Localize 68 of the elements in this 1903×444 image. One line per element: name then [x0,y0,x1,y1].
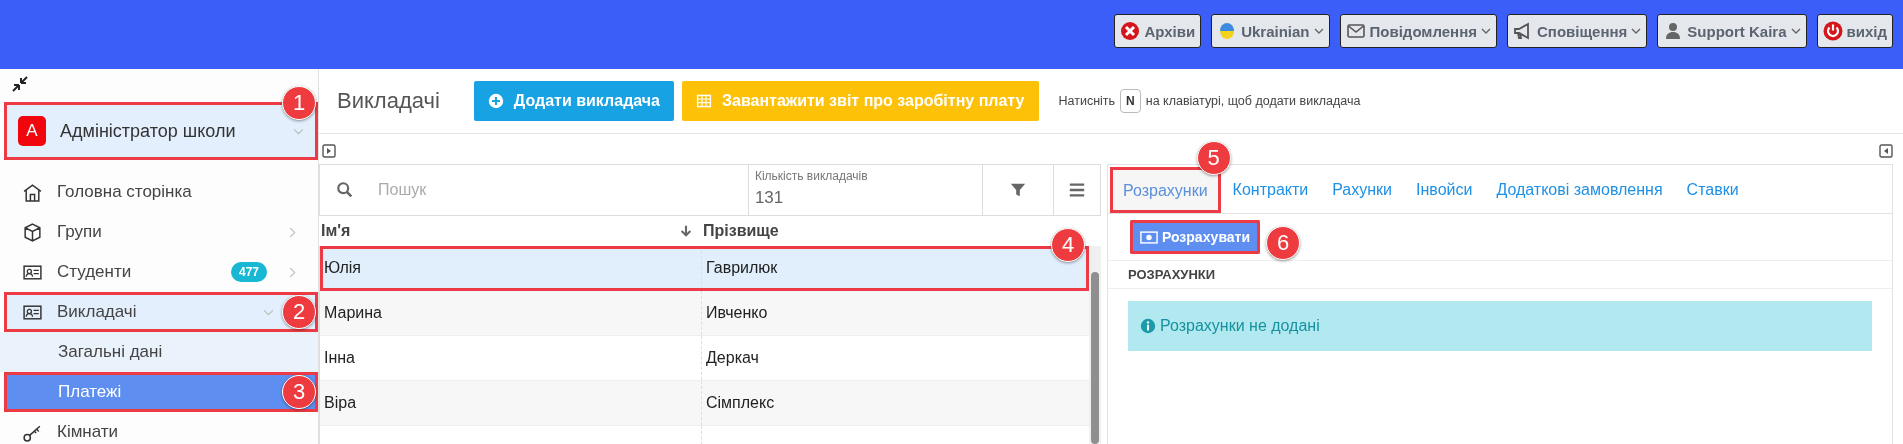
table-cell: Марина [320,291,702,335]
table-cell: Юлія [320,246,702,290]
calculate-button[interactable]: Розрахувати [1130,220,1261,254]
table-cell: Інна [320,336,702,380]
column-header[interactable]: Ім'я [319,222,701,240]
plus-icon [487,93,504,109]
banknote-icon [1140,230,1158,244]
table-cell: Віра [320,381,702,425]
envelope-icon [1345,21,1366,41]
info-icon [1140,318,1156,334]
search-icon [336,181,354,199]
hint-text: на клавіатурі, щоб додати викладача [1145,94,1361,108]
table-cell-text: Сімплекс [705,393,775,413]
add-teacher-button[interactable]: Додати викладача [473,81,674,121]
sidebar-item[interactable]: Студенти 477 [0,252,318,292]
toolbar-button[interactable]: Ukrainian [1211,14,1330,48]
toolbar-button[interactable]: Сповіщення [1507,14,1648,48]
sidebar-subitem[interactable]: Загальні дані [0,332,318,372]
avatar: A [18,116,46,146]
step-marker: 6 [1266,226,1301,260]
page-title: Викладачі [337,88,440,114]
toolbar-button[interactable]: вихід [1816,14,1893,48]
sidebar-item[interactable]: Кімнати [0,412,318,444]
tab[interactable]: Інвойси [1404,167,1485,213]
caret-icon [1481,26,1491,36]
table-cell-text: Ивченко [705,303,768,323]
menu-icon [1068,181,1087,199]
table-row[interactable]: Марина Ивченко [320,291,1089,336]
caret-icon [1631,26,1642,36]
sidebar-item[interactable]: Групи [0,212,318,252]
keyboard-key: N [1120,89,1141,113]
alert-text: Розрахунки не додані [1160,317,1320,335]
section-title: РОЗРАХУНКИ [1108,261,1892,289]
close-icon [1120,21,1141,41]
step-marker: 4 [1051,228,1085,262]
collapse-icon[interactable] [10,74,30,94]
step-marker: 1 [282,86,316,120]
chevron-right-icon [287,266,298,278]
expand-panel-icon[interactable] [322,144,336,158]
toolbar-button[interactable]: Support Kaira [1657,14,1807,48]
search-field[interactable]: Пошук [378,177,678,203]
table-cell-text: Деркач [705,348,759,368]
power-icon [1822,21,1843,41]
scroll-thumb[interactable] [1091,272,1099,444]
tab[interactable]: Рахунки [1320,167,1405,213]
caret-icon [1790,26,1801,36]
caret-icon [1313,26,1324,36]
table-cell-text: Гаврилюк [705,258,778,278]
hint-text: Натисніть [1058,94,1116,108]
house-icon [22,181,43,203]
tab[interactable]: Розрахунки [1110,167,1221,213]
box-icon [22,221,43,243]
step-marker: 5 [1196,141,1231,175]
count-value: 131 [754,188,785,208]
toolbar-button[interactable]: Повідомлення [1339,14,1497,48]
sort-arrow-icon [679,224,693,238]
column-header[interactable]: Прізвище [701,222,779,240]
collapse-panel-icon[interactable] [1879,144,1893,158]
count-label: Кількість викладачів [754,169,869,183]
table-icon [695,93,712,109]
toolbar-button[interactable]: Архіви [1114,14,1202,48]
table-row[interactable]: Віра Сімплекс [320,381,1089,426]
tab[interactable]: Ставки [1674,167,1751,213]
scrollbar[interactable] [1089,246,1101,444]
chevron-right-icon [287,226,298,238]
sidebar-item[interactable]: Головна сторінка [0,172,318,212]
count-badge: 477 [230,262,267,282]
tab[interactable]: Додаткові замовлення [1484,167,1675,213]
